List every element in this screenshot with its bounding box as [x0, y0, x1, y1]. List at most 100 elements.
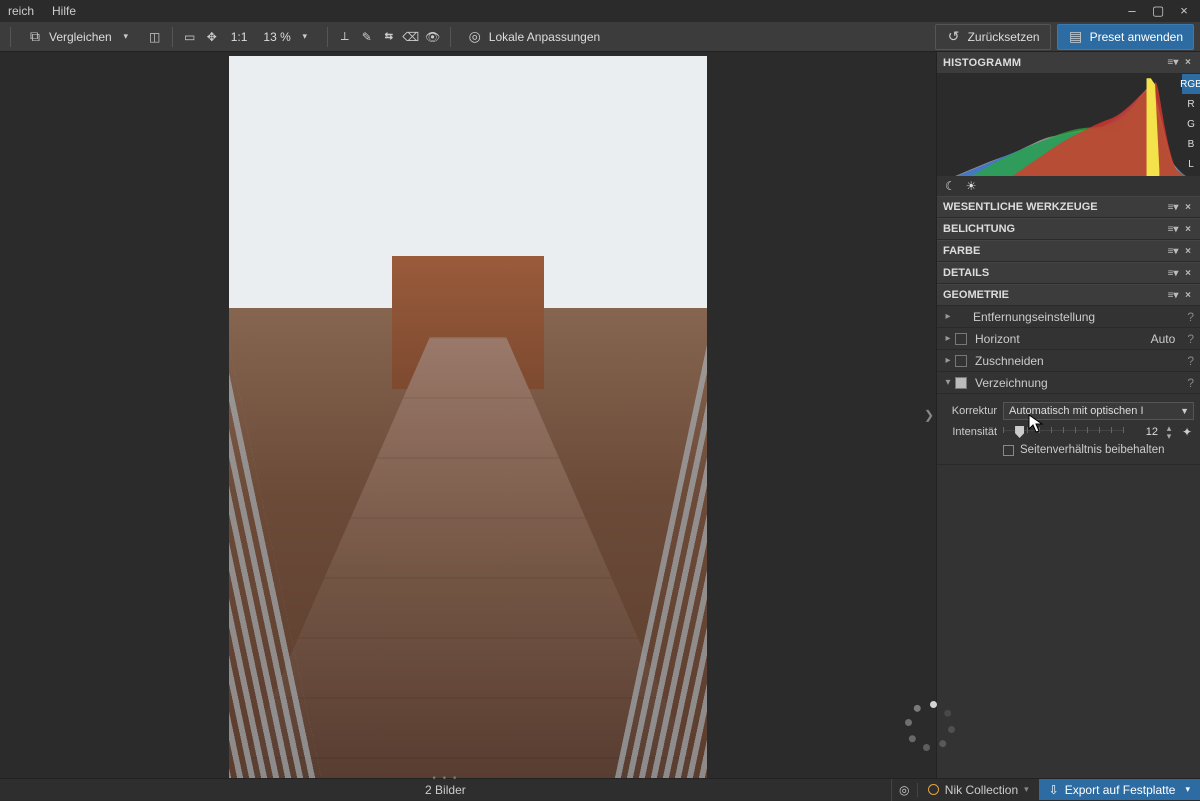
horizon-tool-icon[interactable]: ⇆ — [380, 28, 398, 46]
shadow-clipping-icon[interactable]: ☾ — [945, 179, 956, 193]
maximize-button[interactable]: ▢ — [1152, 5, 1164, 17]
histogram-channel-b[interactable]: B — [1182, 134, 1200, 154]
correction-label: Korrektur — [943, 405, 997, 417]
drag-handle-icon[interactable]: • • • — [432, 773, 458, 784]
menu-item-hilfe[interactable]: Hilfe — [52, 4, 76, 18]
histogram-clipping-toggles: ☾ ☀ — [937, 176, 1200, 196]
compare-button[interactable]: ⧉ Vergleichen ▾ — [19, 26, 142, 48]
histogram-title: HISTOGRAMM — [943, 57, 1021, 69]
toolbar: ⧉ Vergleichen ▾ ◫ ▭ ✥ 1:1 13 % ▾ ⟂ ✎ ⇆ ⌫… — [0, 22, 1200, 52]
enable-checkbox[interactable] — [955, 333, 967, 345]
expand-panel-handle[interactable]: ❯ — [922, 402, 936, 428]
geometry-crop-row[interactable]: ▸ Zuschneiden ? — [937, 350, 1200, 372]
enable-checkbox[interactable] — [955, 355, 967, 367]
checkbox-icon — [1003, 445, 1014, 456]
apply-preset-button[interactable]: ▤ Preset anwenden — [1057, 24, 1194, 50]
distortion-controls: Korrektur Automatisch mit optischen I ▼ … — [937, 394, 1200, 465]
correction-dropdown[interactable]: Automatisch mit optischen I ▼ — [1003, 402, 1194, 420]
collapse-caret-icon[interactable]: ▾ — [941, 377, 955, 388]
status-target-icon[interactable]: ◎ — [891, 779, 917, 801]
nik-collection-button[interactable]: Nik Collection ▾ — [917, 783, 1039, 797]
help-icon[interactable]: ? — [1187, 332, 1194, 346]
eyedropper-icon[interactable]: ✎ — [358, 28, 376, 46]
panel-close-icon[interactable]: × — [1182, 289, 1194, 301]
histogram-header[interactable]: HISTOGRAMM ≡▾ × — [937, 52, 1200, 74]
section-detail[interactable]: DETAILS ≡▾× — [937, 262, 1200, 284]
help-icon[interactable]: ? — [1187, 354, 1194, 368]
move-icon[interactable]: ✥ — [203, 28, 221, 46]
right-sidebar: HISTOGRAMM ≡▾ × RGB R G B L ☾ — [936, 52, 1200, 778]
local-adjustments-label: Lokale Anpassungen — [489, 30, 600, 44]
histogram-channel-r[interactable]: R — [1182, 94, 1200, 114]
close-window-button[interactable]: × — [1178, 5, 1190, 17]
section-color[interactable]: FARBE ≡▾× — [937, 240, 1200, 262]
preview-eye-icon[interactable]: 👁 — [424, 28, 442, 46]
intensity-value[interactable]: 12 — [1130, 426, 1158, 438]
panel-close-icon[interactable]: × — [1182, 201, 1194, 213]
menu-item-bereich[interactable]: reich — [8, 4, 34, 18]
panel-menu-icon[interactable]: ≡▾ — [1167, 267, 1179, 279]
panel-close-icon[interactable]: × — [1182, 223, 1194, 235]
correction-value: Automatisch mit optischen I — [1009, 405, 1144, 417]
histogram-channel-rgb[interactable]: RGB — [1182, 74, 1200, 94]
intensity-stepper[interactable]: ▴▾ — [1164, 424, 1174, 440]
section-essential[interactable]: WESENTLICHE WERKZEUGE ≡▾× — [937, 196, 1200, 218]
panel-close-icon[interactable]: × — [1182, 245, 1194, 257]
geometry-horizon-row[interactable]: ▸ Horizont Auto ? — [937, 328, 1200, 350]
window-controls: – ▢ × — [1126, 5, 1196, 17]
geometry-horizon-label: Horizont — [975, 332, 1020, 346]
highlight-clipping-icon[interactable]: ☀ — [966, 179, 977, 193]
zoom-percent-dropdown[interactable]: 13 % ▾ — [257, 26, 318, 48]
section-geometry[interactable]: GEOMETRIE ≡▾× — [937, 284, 1200, 306]
geometry-distance-row[interactable]: ▸ Entfernungseinstellung ? — [937, 306, 1200, 328]
zoom-1to1-button[interactable]: 1:1 — [225, 27, 254, 47]
preview-image — [229, 56, 707, 796]
chevron-down-icon: ▾ — [1024, 784, 1029, 795]
help-icon[interactable]: ? — [1187, 310, 1194, 324]
undo-icon: ↺ — [946, 29, 962, 45]
chevron-down-icon: ▾ — [1185, 784, 1190, 795]
zoom-percent-value: 13 % — [263, 30, 290, 44]
help-icon[interactable]: ? — [1187, 376, 1194, 390]
export-icon: ⇩ — [1049, 783, 1059, 797]
histogram-channel-l[interactable]: L — [1182, 154, 1200, 174]
crop-tool-icon[interactable]: ⟂ — [336, 28, 354, 46]
horizon-auto-button[interactable]: Auto — [1151, 332, 1182, 346]
panel-close-icon[interactable]: × — [1182, 57, 1194, 69]
fit-icon[interactable]: ▭ — [181, 28, 199, 46]
histogram-channel-g[interactable]: G — [1182, 114, 1200, 134]
panel-menu-icon[interactable]: ≡▾ — [1167, 245, 1179, 257]
geometry-crop-label: Zuschneiden — [975, 354, 1044, 368]
repair-tool-icon[interactable]: ⌫ — [402, 28, 420, 46]
expand-caret-icon[interactable]: ▸ — [941, 333, 955, 344]
geometry-distortion-label: Verzeichnung — [975, 376, 1048, 390]
panel-close-icon[interactable]: × — [1182, 267, 1194, 279]
auto-wand-icon[interactable]: ✦ — [1180, 425, 1194, 439]
intensity-slider[interactable] — [1003, 424, 1124, 440]
nik-label: Nik Collection — [945, 783, 1018, 797]
expand-caret-icon[interactable]: ▸ — [941, 311, 955, 322]
image-viewer[interactable]: ❯ — [0, 52, 936, 778]
preset-icon: ▤ — [1068, 29, 1084, 45]
chevron-down-icon: ▾ — [118, 29, 134, 45]
section-exposure[interactable]: BELICHTUNG ≡▾× — [937, 218, 1200, 240]
status-bar: • • • 2 Bilder ◎ Nik Collection ▾ ⇩ Expo… — [0, 778, 1200, 800]
geometry-distortion-row[interactable]: ▾ Verzeichnung ? — [937, 372, 1200, 394]
histogram-graph: RGB R G B L — [937, 74, 1200, 176]
minimize-button[interactable]: – — [1126, 5, 1138, 17]
panel-menu-icon[interactable]: ≡▾ — [1167, 201, 1179, 213]
status-image-count: • • • 2 Bilder — [0, 783, 891, 797]
reset-button[interactable]: ↺ Zurücksetzen — [935, 24, 1051, 50]
keep-aspect-checkbox[interactable]: Seitenverhältnis beibehalten — [1003, 444, 1194, 456]
local-adjustments-button[interactable]: ◎ Lokale Anpassungen — [459, 26, 608, 48]
panel-menu-icon[interactable]: ≡▾ — [1167, 57, 1179, 69]
panel-menu-icon[interactable]: ≡▾ — [1167, 223, 1179, 235]
export-button[interactable]: ⇩ Export auf Festplatte ▾ — [1039, 779, 1200, 800]
panel-menu-icon[interactable]: ≡▾ — [1167, 289, 1179, 301]
histogram-channels: RGB R G B L — [1182, 74, 1200, 174]
expand-caret-icon[interactable]: ▸ — [941, 355, 955, 366]
enable-checkbox[interactable] — [955, 377, 967, 389]
menu-bar: reich Hilfe – ▢ × — [0, 0, 1200, 22]
nik-ring-icon — [928, 784, 939, 795]
side-by-side-icon[interactable]: ◫ — [146, 28, 164, 46]
